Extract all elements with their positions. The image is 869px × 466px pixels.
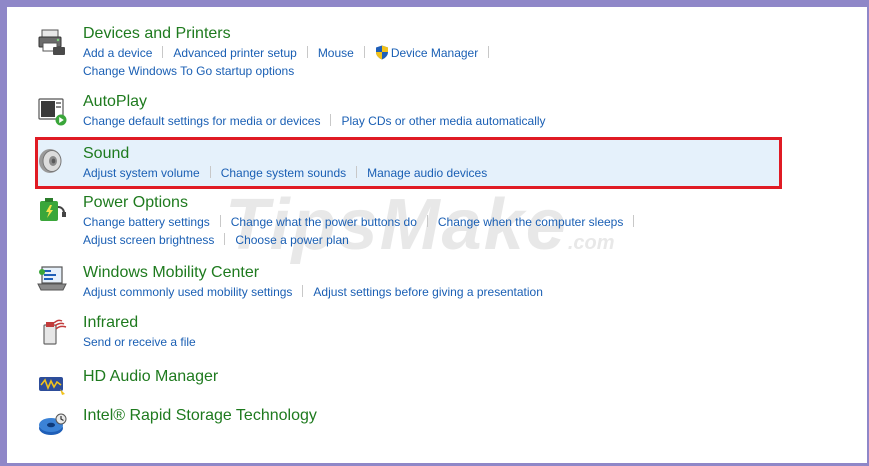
presentation-settings-link[interactable]: Adjust settings before giving a presenta…	[313, 285, 542, 299]
link-separator	[363, 46, 365, 58]
advanced-printer-setup-link[interactable]: Advanced printer setup	[173, 46, 296, 60]
mobility-center-title[interactable]: Windows Mobility Center	[83, 263, 259, 283]
hd-audio-manager-title[interactable]: HD Audio Manager	[83, 367, 218, 387]
hd-audio-icon	[39, 377, 65, 395]
power-options-title[interactable]: Power Options	[83, 193, 188, 213]
mobility-settings-link[interactable]: Adjust commonly used mobility settings	[83, 285, 292, 299]
link-separator	[330, 114, 332, 126]
link-separator	[488, 46, 490, 58]
change-battery-settings-link[interactable]: Change battery settings	[83, 215, 210, 229]
power-options-icon	[40, 198, 66, 221]
add-a-device-link[interactable]: Add a device	[83, 46, 152, 60]
link-separator	[302, 285, 304, 297]
speaker-icon	[39, 149, 62, 173]
link-separator	[426, 215, 428, 227]
choose-power-plan-link[interactable]: Choose a power plan	[235, 233, 348, 247]
adjust-system-volume-link[interactable]: Adjust system volume	[83, 166, 200, 180]
link-separator	[356, 166, 358, 178]
manage-audio-devices-link[interactable]: Manage audio devices	[367, 166, 487, 180]
play-cds-link[interactable]: Play CDs or other media automatically	[341, 114, 545, 128]
link-separator	[306, 46, 308, 58]
link-separator	[162, 46, 164, 58]
rapid-storage-title[interactable]: Intel® Rapid Storage Technology	[83, 406, 317, 426]
link-separator	[219, 215, 221, 227]
sound-title[interactable]: Sound	[83, 144, 129, 164]
change-default-media-settings-link[interactable]: Change default settings for media or dev…	[83, 114, 320, 128]
link-separator	[224, 233, 226, 245]
link-separator	[209, 166, 211, 178]
autoplay-icon	[38, 98, 67, 126]
devices-and-printers-title[interactable]: Devices and Printers	[83, 24, 231, 44]
adjust-screen-brightness-link[interactable]: Adjust screen brightness	[83, 233, 214, 247]
change-system-sounds-link[interactable]: Change system sounds	[221, 166, 346, 180]
uac-shield-icon	[375, 45, 388, 60]
computer-sleeps-link[interactable]: Change when the computer sleeps	[438, 215, 623, 229]
infrared-icon	[43, 319, 67, 345]
mouse-link[interactable]: Mouse	[318, 46, 354, 60]
mobility-center-icon	[37, 266, 67, 291]
windows-to-go-link[interactable]: Change Windows To Go startup options	[83, 64, 294, 78]
printer-icon	[38, 29, 65, 55]
rapid-storage-icon	[39, 413, 67, 435]
autoplay-title[interactable]: AutoPlay	[83, 92, 147, 112]
send-receive-file-link[interactable]: Send or receive a file	[83, 335, 196, 349]
power-buttons-link[interactable]: Change what the power buttons do	[231, 215, 417, 229]
device-manager-link[interactable]: Device Manager	[391, 46, 478, 60]
link-separator	[633, 215, 635, 227]
infrared-title[interactable]: Infrared	[83, 313, 138, 333]
